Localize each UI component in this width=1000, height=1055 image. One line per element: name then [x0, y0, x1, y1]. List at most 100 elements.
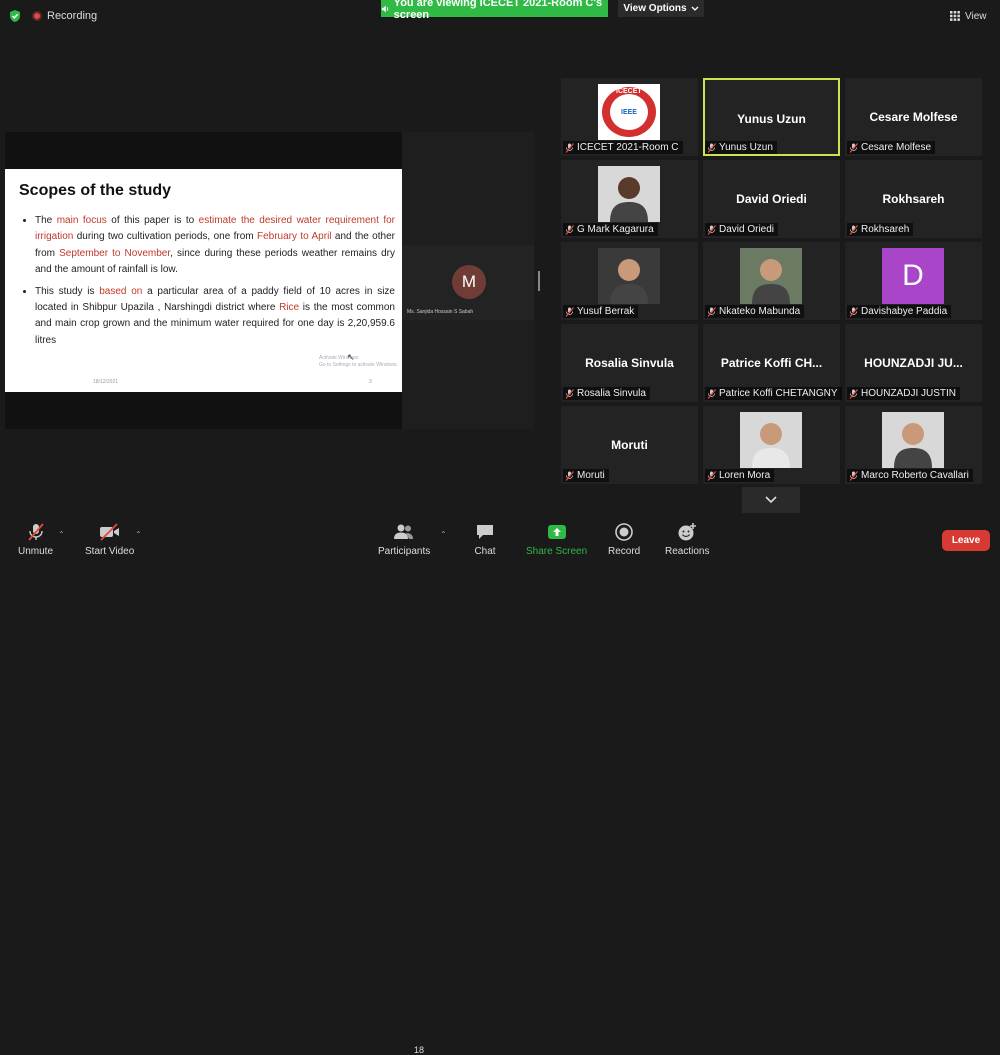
mic-off-icon — [565, 470, 574, 481]
participant-video — [740, 248, 802, 304]
bullet-text: This study is — [35, 285, 100, 297]
mic-off-icon — [565, 224, 574, 235]
participant-name: Marco Roberto Cavallari — [861, 470, 969, 481]
mic-off-icon — [849, 224, 858, 235]
participant-display-name: HOUNZADJI JU... — [864, 356, 963, 370]
chat-button[interactable]: Chat — [474, 522, 496, 557]
watermark-line: Go to Settings to activate Windows. — [319, 362, 398, 368]
start-video-button[interactable]: Start Video — [85, 522, 134, 557]
unmute-label: Unmute — [18, 546, 54, 557]
recording-label: Recording — [47, 10, 98, 22]
start-video-label: Start Video — [85, 546, 135, 557]
mic-off-icon — [707, 470, 716, 481]
participant-tile[interactable]: Yusuf Berrak — [561, 242, 698, 320]
reactions-button[interactable]: Reactions — [665, 522, 709, 557]
record-button[interactable]: Record — [608, 522, 640, 557]
resize-handle[interactable] — [538, 271, 540, 291]
view-button[interactable]: View — [950, 8, 987, 24]
participant-display-name: Rokhsareh — [882, 192, 945, 206]
participant-name-label: Yunus Uzun — [705, 141, 777, 154]
recording-indicator[interactable]: Recording — [32, 10, 97, 22]
participant-display-name: Cesare Molfese — [869, 110, 958, 124]
participants-button[interactable]: Participants — [378, 522, 430, 557]
participant-tile[interactable]: David Oriedi David Oriedi — [703, 160, 840, 238]
mic-off-icon — [27, 523, 44, 541]
participant-tile[interactable]: D Davishabye Paddia — [845, 242, 982, 320]
room-logo: ICECET IEEE — [598, 84, 660, 140]
participant-name-label: Patrice Koffi CHETANGNY — [705, 387, 842, 400]
participant-name: ICECET 2021-Room C — [577, 142, 679, 153]
participants-icon — [394, 524, 414, 539]
presenter-tile[interactable]: M Ms. Sanjida Hossain S Sabah — [402, 245, 534, 320]
participant-name-label: Cesare Molfese — [847, 141, 936, 154]
mic-off-icon — [707, 388, 716, 399]
mic-off-icon — [849, 306, 858, 317]
gallery-next-button[interactable] — [742, 487, 800, 513]
participant-tile[interactable]: Cesare Molfese Cesare Molfese — [845, 78, 982, 156]
participant-tile[interactable]: Rokhsareh Rokhsareh — [845, 160, 982, 238]
participants-count: 18 — [414, 1045, 425, 1055]
participant-name-label: David Oriedi — [705, 223, 779, 236]
slide-date: 18/12/2021 — [93, 379, 119, 385]
mic-off-icon — [565, 142, 574, 153]
participant-tile[interactable]: Patrice Koffi CH... Patrice Koffi CHETANG… — [703, 324, 842, 402]
participant-display-name: David Oriedi — [736, 192, 807, 206]
participant-name: Patrice Koffi CHETANGNY — [719, 388, 838, 399]
participant-name: Rosalia Sinvula — [577, 388, 646, 399]
slide-bullets: The main focus of this paper is to estim… — [19, 213, 395, 354]
mic-off-icon — [849, 142, 858, 153]
participant-name: Loren Mora — [719, 470, 771, 481]
participant-name: Davishabye Paddia — [861, 306, 948, 317]
bullet-text: of this paper is to — [106, 215, 199, 226]
participant-tile[interactable]: G Mark Kagarura — [561, 160, 698, 238]
mic-off-icon — [849, 388, 858, 399]
share-banner-text: You are viewing ICECET 2021-Room C's scr… — [393, 0, 603, 21]
participant-video — [598, 248, 660, 304]
mic-off-icon — [565, 388, 574, 399]
share-screen-button[interactable]: Share Screen — [526, 522, 587, 557]
participant-tile[interactable]: Loren Mora — [703, 406, 840, 484]
participants-caret[interactable]: ⌃ — [440, 530, 447, 539]
view-label: View — [965, 10, 987, 22]
unmute-button[interactable]: Unmute — [18, 522, 53, 557]
audio-options-caret[interactable]: ⌃ — [58, 530, 65, 539]
share-banner: You are viewing ICECET 2021-Room C's scr… — [381, 0, 608, 21]
participant-tile[interactable]: ICECET IEEE ICECET 2021-Room C — [561, 78, 698, 156]
shield-check-icon[interactable] — [8, 9, 22, 23]
participant-name-label: ICECET 2021-Room C — [563, 141, 683, 154]
record-label: Record — [608, 546, 641, 557]
slide-title: Scopes of the study — [19, 182, 172, 199]
participant-tile[interactable]: Rosalia Sinvula Rosalia Sinvula — [561, 324, 698, 402]
participant-tile[interactable]: Yunus Uzun Yunus Uzun — [703, 78, 840, 156]
cursor-icon: ↖ — [347, 352, 355, 362]
view-options-label: View Options — [623, 3, 687, 14]
chevron-down-icon — [691, 6, 699, 11]
share-screen-icon — [547, 525, 566, 539]
reactions-label: Reactions — [665, 546, 710, 557]
participant-tile[interactable]: Marco Roberto Cavallari — [845, 406, 982, 484]
participant-name-label: Rokhsareh — [847, 223, 914, 236]
participant-name: Nkateko Mabunda — [719, 306, 801, 317]
chevron-down-icon — [765, 496, 777, 504]
bullet-highlight: Rice — [279, 302, 300, 314]
leave-button[interactable]: Leave — [942, 530, 990, 551]
participant-name: Cesare Molfese — [861, 142, 932, 153]
record-icon — [615, 523, 633, 541]
video-off-icon — [99, 523, 119, 541]
speaker-icon — [381, 5, 389, 12]
view-options-button[interactable]: View Options — [618, 0, 704, 17]
participant-tile[interactable]: HOUNZADJI JU... HOUNZADJI JUSTIN — [845, 324, 982, 402]
video-options-caret[interactable]: ⌃ — [135, 530, 142, 539]
participant-tile[interactable]: Moruti Moruti — [561, 406, 698, 484]
participant-name-label: Marco Roberto Cavallari — [847, 469, 973, 482]
activate-windows-watermark: Activate Windows Go to Settings to activa… — [319, 355, 398, 369]
participant-name: Moruti — [577, 470, 605, 481]
participant-name-label: HOUNZADJI JUSTIN — [847, 387, 960, 400]
participant-tile[interactable]: Nkateko Mabunda — [703, 242, 840, 320]
mic-off-icon — [565, 306, 574, 317]
participant-name-label: Yusuf Berrak — [563, 305, 639, 318]
bullet-1: The main focus of this paper is to estim… — [35, 213, 395, 279]
participant-video — [740, 412, 802, 468]
avatar: M — [452, 265, 486, 299]
bullet-highlight: September to November — [59, 247, 171, 259]
